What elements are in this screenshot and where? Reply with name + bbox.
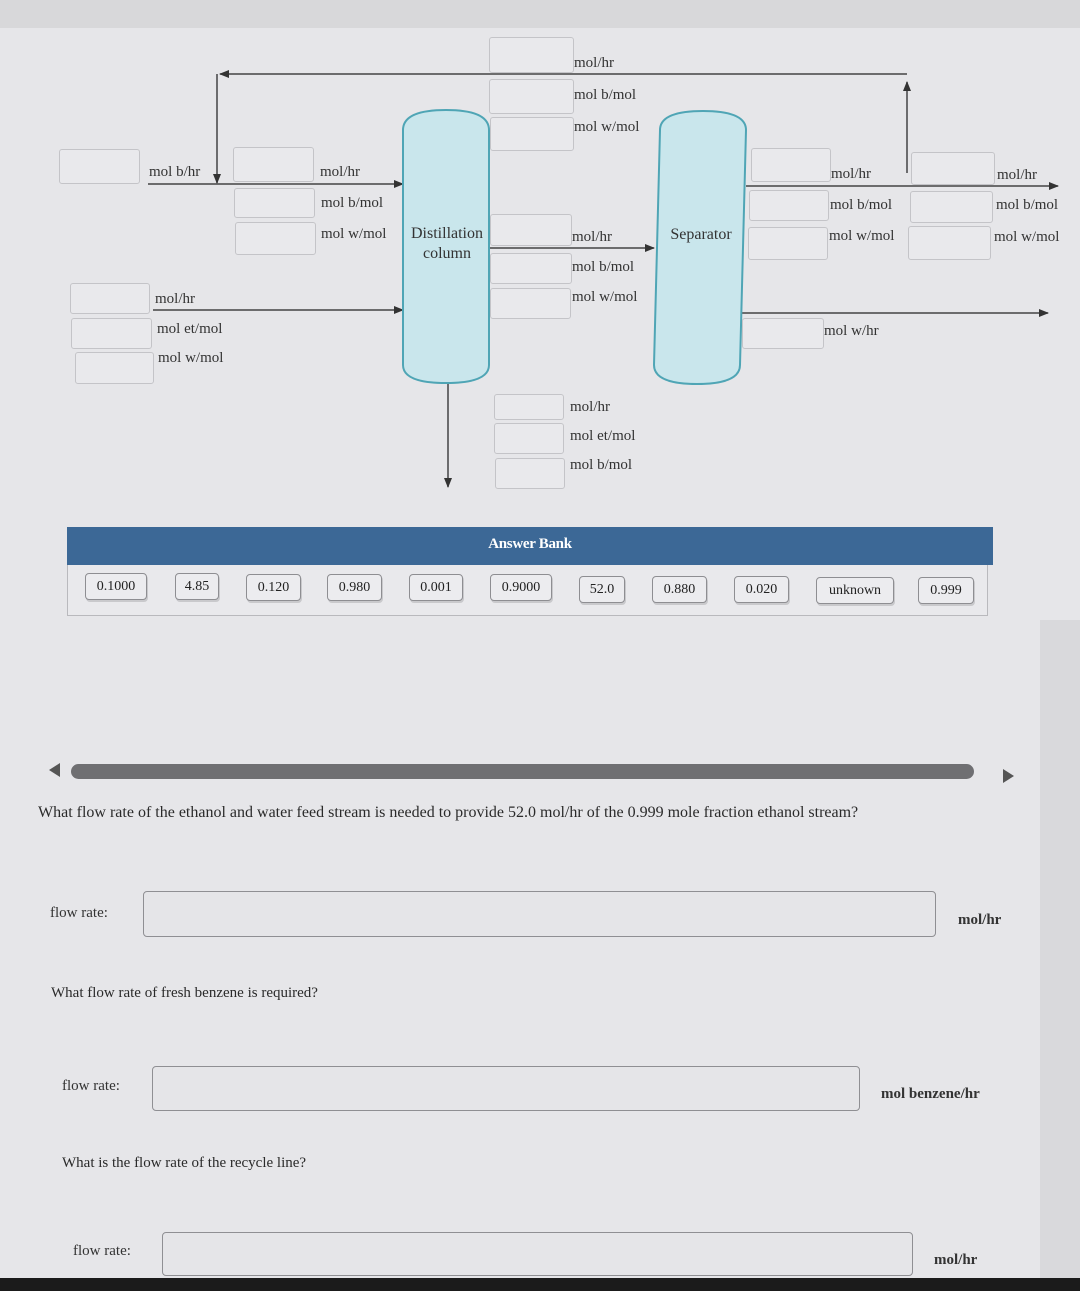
drop-zone-recycle-water-fraction[interactable] xyxy=(490,117,574,151)
drop-zone-recycle-flow[interactable] xyxy=(489,37,574,73)
drop-zone-column-feed-benzene-fraction[interactable] xyxy=(234,188,315,218)
answer-chip[interactable]: 0.020 xyxy=(734,576,789,603)
unit-label: mol w/mol xyxy=(829,228,895,244)
unit-label: mol et/mol xyxy=(157,321,223,337)
drop-zone-recycle-benzene-fraction[interactable] xyxy=(489,79,574,114)
unit-label: mol w/mol xyxy=(572,289,638,305)
question-2-field-label: flow rate: xyxy=(62,1078,120,1094)
answer-chip[interactable]: 52.0 xyxy=(579,576,625,603)
unit-label: mol b/mol xyxy=(574,87,637,103)
drop-zone-bottoms-benzene-fraction[interactable] xyxy=(495,458,565,489)
question-1-text: What flow rate of the ethanol and water … xyxy=(38,804,859,821)
question-3-text: What is the flow rate of the recycle lin… xyxy=(62,1155,307,1171)
separator-label: Separator xyxy=(670,226,732,243)
question-2-text: What flow rate of fresh benzene is requi… xyxy=(51,985,318,1001)
drop-zone-ethanol-feed-ethanol-fraction[interactable] xyxy=(71,318,152,349)
drop-zone-bottoms-flow[interactable] xyxy=(494,394,564,420)
horizontal-scrollbar[interactable] xyxy=(71,764,974,779)
drop-zone-product-water-fraction[interactable] xyxy=(908,226,991,260)
drop-zone-product-benzene-fraction[interactable] xyxy=(910,191,993,223)
question-3-unit: mol/hr xyxy=(934,1252,978,1268)
right-edge xyxy=(1040,620,1080,1278)
unit-label: mol/hr xyxy=(997,167,1037,183)
unit-label: mol et/mol xyxy=(570,428,636,444)
drop-zone-column-feed-water-fraction[interactable] xyxy=(235,222,316,255)
distillation-column-label: Distillation column xyxy=(405,224,489,264)
question-1-field-label: flow rate: xyxy=(50,905,108,921)
unit-label: mol w/mol xyxy=(574,119,640,135)
unit-label: mol b/mol xyxy=(572,259,635,275)
unit-label: mol/hr xyxy=(572,229,612,245)
answer-chip[interactable]: 0.120 xyxy=(246,574,301,601)
answer-chip[interactable]: 4.85 xyxy=(175,573,219,600)
answer-chip[interactable]: 0.1000 xyxy=(85,573,147,600)
unit-label: mol w/mol xyxy=(321,226,387,242)
unit-label: mol b/mol xyxy=(321,195,384,211)
question-3-field-label: flow rate: xyxy=(73,1243,131,1259)
drop-zone-overhead-benzene-fraction[interactable] xyxy=(490,253,572,284)
answer-chip[interactable]: 0.9000 xyxy=(490,574,552,601)
distillation-label-line1: Distillation xyxy=(411,225,483,242)
drop-zone-column-feed-flow[interactable] xyxy=(233,147,314,182)
unit-label: mol w/hr xyxy=(824,323,879,339)
unit-label: mol w/mol xyxy=(994,229,1060,245)
answer-chip[interactable]: 0.980 xyxy=(327,574,382,601)
unit-label: mol w/mol xyxy=(158,350,224,366)
drop-zone-overhead-water-fraction[interactable] xyxy=(490,288,571,319)
unit-label: mol b/mol xyxy=(996,197,1059,213)
drop-zone-separator-top-water-fraction[interactable] xyxy=(748,227,828,260)
unit-label: mol b/mol xyxy=(830,197,893,213)
unit-label: mol/hr xyxy=(574,55,614,71)
answer-chip[interactable]: 0.001 xyxy=(409,574,463,601)
answer-chip[interactable]: unknown xyxy=(816,577,894,604)
drop-zone-ethanol-feed-flow[interactable] xyxy=(70,283,150,314)
unit-label: mol/hr xyxy=(155,291,195,307)
drop-zone-separator-water-flow[interactable] xyxy=(742,318,824,349)
question-3-flow-rate-input[interactable] xyxy=(162,1232,913,1276)
scroll-right-arrow-icon[interactable] xyxy=(1003,769,1014,783)
question-1-unit: mol/hr xyxy=(958,912,1002,928)
drop-zone-separator-top-benzene-fraction[interactable] xyxy=(749,190,829,221)
unit-label: mol b/mol xyxy=(570,457,633,473)
answer-bank-header: Answer Bank xyxy=(67,527,993,565)
drop-zone-bottoms-ethanol-fraction[interactable] xyxy=(494,423,564,454)
answer-chip[interactable]: 0.880 xyxy=(652,576,707,603)
screen-bezel xyxy=(0,1278,1080,1291)
unit-label: mol/hr xyxy=(570,399,610,415)
unit-label: mol/hr xyxy=(320,164,360,180)
separator-vessel xyxy=(652,109,748,386)
distillation-label-line2: column xyxy=(423,245,471,262)
scroll-left-arrow-icon[interactable] xyxy=(49,763,60,777)
drop-zone-ethanol-feed-water-fraction[interactable] xyxy=(75,352,154,384)
drop-zone-separator-top-flow[interactable] xyxy=(751,148,831,182)
unit-label: mol b/hr xyxy=(149,164,201,180)
drop-zone-overhead-flow[interactable] xyxy=(490,214,572,246)
drop-zone-product-flow[interactable] xyxy=(911,152,995,185)
answer-chip[interactable]: 0.999 xyxy=(918,577,974,604)
question-2-flow-rate-input[interactable] xyxy=(152,1066,860,1111)
question-2-unit: mol benzene/hr xyxy=(881,1086,980,1102)
unit-label: mol/hr xyxy=(831,166,871,182)
drop-zone-fresh-benzene-flow[interactable] xyxy=(59,149,140,184)
question-1-flow-rate-input[interactable] xyxy=(143,891,936,937)
